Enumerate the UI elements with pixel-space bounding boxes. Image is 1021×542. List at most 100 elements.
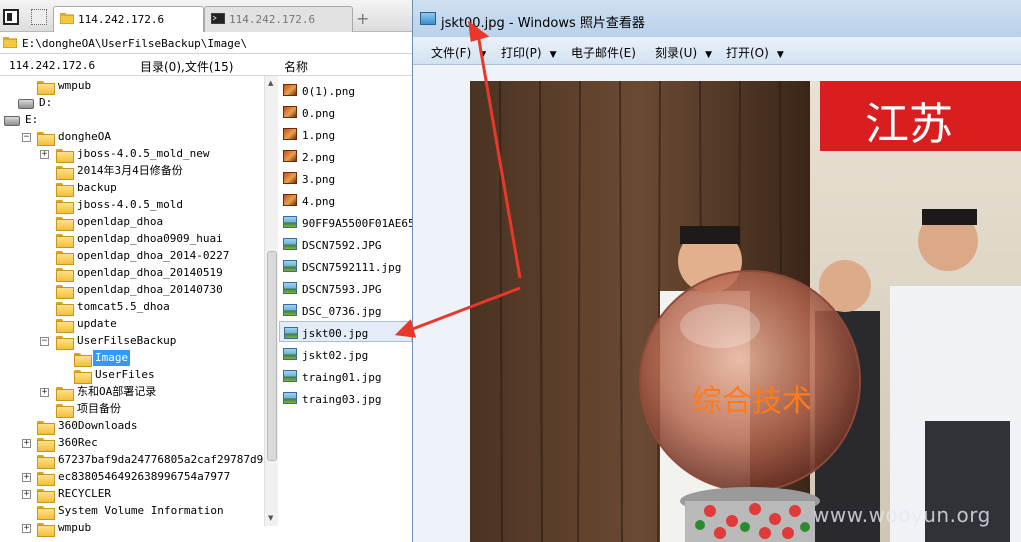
file-item[interactable]: jskt00.jpg xyxy=(279,321,412,342)
file-item[interactable]: DSCN7592.JPG xyxy=(279,233,412,254)
tree-item[interactable]: backup xyxy=(56,180,119,197)
photo-canvas: 江苏 综合技术 www.wooyun.org xyxy=(413,65,1021,542)
tree-item-label: 项目备份 xyxy=(77,402,121,415)
tree-item-label: jboss-4.0.5_mold xyxy=(77,198,183,211)
file-item[interactable]: 0(1).png xyxy=(279,79,412,100)
collapse-icon[interactable]: − xyxy=(22,133,31,142)
menu-item[interactable]: 电子邮件(E) xyxy=(571,44,636,61)
tree-item[interactable]: Image xyxy=(74,350,131,367)
dropdown-arrow-icon[interactable]: ▼ xyxy=(705,50,712,60)
tree-item[interactable]: 67237baf9da24776805a2caf29787d97 xyxy=(37,452,264,469)
file-item[interactable]: 4.png xyxy=(279,189,412,210)
tree-item[interactable]: UserFiles xyxy=(74,367,157,384)
tree-item[interactable]: 项目备份 xyxy=(56,401,123,418)
tree-item[interactable]: update xyxy=(56,316,119,333)
tree-item[interactable]: 东和OA部署记录 xyxy=(56,384,158,401)
file-item[interactable]: 1.png xyxy=(279,123,412,144)
folder-icon xyxy=(56,387,74,401)
folder-icon xyxy=(56,404,74,418)
tree-item[interactable]: System Volume Information xyxy=(37,503,226,520)
dropdown-arrow-icon[interactable]: ▼ xyxy=(550,50,557,60)
menu-item[interactable]: 打开(O) ▼ xyxy=(726,44,784,61)
tree-item[interactable]: openldap_dhoa xyxy=(56,214,165,231)
tree-item-label: openldap_dhoa_20140519 xyxy=(77,266,223,279)
tree-item[interactable]: 2014年3月4日修备份 xyxy=(56,163,185,180)
folder-icon xyxy=(56,336,74,350)
tree-item[interactable]: jboss-4.0.5_mold_new xyxy=(56,146,211,163)
file-item[interactable]: 90FF9A5500F01AE6540 xyxy=(279,211,412,232)
tree-item-label: jboss-4.0.5_mold_new xyxy=(77,147,210,160)
collapse-icon[interactable]: − xyxy=(40,337,49,346)
file-item[interactable]: DSCN7592111.jpg xyxy=(279,255,412,276)
tree-item[interactable]: jboss-4.0.5_mold xyxy=(56,197,185,214)
tree-item-label: UserFiles xyxy=(95,368,155,381)
file-item[interactable]: 0.png xyxy=(279,101,412,122)
tree-scrollbar[interactable]: ▲ ▼ xyxy=(264,76,278,526)
panel-toggle-icon[interactable] xyxy=(3,9,19,25)
menu-item[interactable]: 打印(P) ▼ xyxy=(501,44,557,61)
tree-item-label: D: xyxy=(39,96,53,109)
file-name: DSCN7592111.jpg xyxy=(302,261,402,274)
photo-image: 江苏 综合技术 xyxy=(470,81,1021,542)
expand-icon[interactable]: + xyxy=(22,473,31,482)
tab-connection-terminal[interactable]: 114.242.172.6 xyxy=(204,6,353,32)
select-icon[interactable] xyxy=(31,9,47,25)
file-item[interactable]: traing01.jpg xyxy=(279,365,412,386)
tree-item[interactable]: openldap_dhoa0909_huai xyxy=(56,231,225,248)
file-name: 90FF9A5500F01AE6540 xyxy=(302,217,412,230)
dropdown-arrow-icon[interactable]: ▼ xyxy=(777,50,784,60)
tree-item[interactable]: UserFilseBackup xyxy=(56,333,178,350)
name-column-header[interactable]: 名称 xyxy=(284,58,308,75)
folder-icon xyxy=(74,353,92,367)
tree-item[interactable]: 360Rec xyxy=(37,435,100,452)
tree-item[interactable]: openldap_dhoa_20140519 xyxy=(56,265,225,282)
tab-label: 114.242.172.6 xyxy=(229,13,316,26)
expand-icon[interactable]: + xyxy=(22,439,31,448)
menu-item-label: 电子邮件(E) xyxy=(571,46,636,60)
tree-item[interactable]: RECYCLER xyxy=(37,486,113,503)
scroll-up-icon[interactable]: ▲ xyxy=(268,79,273,87)
tree-item-label: 2014年3月4日修备份 xyxy=(77,164,183,177)
tree-item[interactable]: openldap_dhoa_20140730 xyxy=(56,282,225,299)
viewer-title-bar[interactable]: jskt00.jpg - Windows 照片查看器 xyxy=(413,0,1021,37)
folder-icon xyxy=(56,268,74,282)
tab-connection-active[interactable]: 114.242.172.6 xyxy=(53,6,204,32)
file-item[interactable]: DSCN7593.JPG xyxy=(279,277,412,298)
tree-item-label: UserFilseBackup xyxy=(77,334,177,347)
folder-tree: wmpub D: − E: − dongheOA + jboss-4.0.5_mold_new… xyxy=(0,76,264,542)
expand-icon[interactable]: + xyxy=(40,150,49,159)
tree-item-label: Image xyxy=(93,350,131,366)
tree-item[interactable]: wmpub xyxy=(37,520,93,537)
file-item[interactable]: 3.png xyxy=(279,167,412,188)
file-item[interactable]: 2.png xyxy=(279,145,412,166)
file-name: 2.png xyxy=(302,151,336,164)
tree-item[interactable]: 360Downloads xyxy=(37,418,139,435)
new-tab-button[interactable]: + xyxy=(356,9,369,28)
path-bar[interactable]: E:\dongheOA\UserFilseBackup\Image\ xyxy=(0,32,412,54)
file-item[interactable]: jskt02.jpg xyxy=(279,343,412,364)
expand-icon[interactable]: + xyxy=(22,524,31,533)
jpg-file-icon xyxy=(283,238,297,250)
drive-icon xyxy=(4,116,20,126)
expand-icon[interactable]: + xyxy=(40,388,49,397)
tree-item[interactable]: dongheOA xyxy=(37,129,113,146)
scroll-down-icon[interactable]: ▼ xyxy=(268,514,273,522)
tree-item[interactable]: tomcat5.5_dhoa xyxy=(56,299,172,316)
tree-item[interactable]: E: xyxy=(4,112,40,129)
folder-icon xyxy=(56,183,74,197)
tree-item[interactable]: openldap_dhoa_2014-0227 xyxy=(56,248,231,265)
banner-text: 江苏 xyxy=(865,99,953,150)
tree-item[interactable]: D: xyxy=(18,95,54,112)
tree-item[interactable]: ec8380546492638996754a7977 xyxy=(37,469,232,486)
file-item[interactable]: traing03.jpg xyxy=(279,387,412,408)
menu-item[interactable]: 刻录(U) ▼ xyxy=(655,44,712,61)
tree-item[interactable]: wmpub xyxy=(37,78,93,95)
tree-item-label: backup xyxy=(77,181,117,194)
terminal-icon xyxy=(211,13,225,24)
tab-label: 114.242.172.6 xyxy=(78,13,165,26)
file-item[interactable]: DSC_0736.jpg xyxy=(279,299,412,320)
scrollbar-thumb[interactable] xyxy=(267,251,277,461)
menu-item[interactable]: 文件(F) ▼ xyxy=(431,44,486,61)
dropdown-arrow-icon[interactable]: ▼ xyxy=(479,50,486,60)
expand-icon[interactable]: + xyxy=(22,490,31,499)
